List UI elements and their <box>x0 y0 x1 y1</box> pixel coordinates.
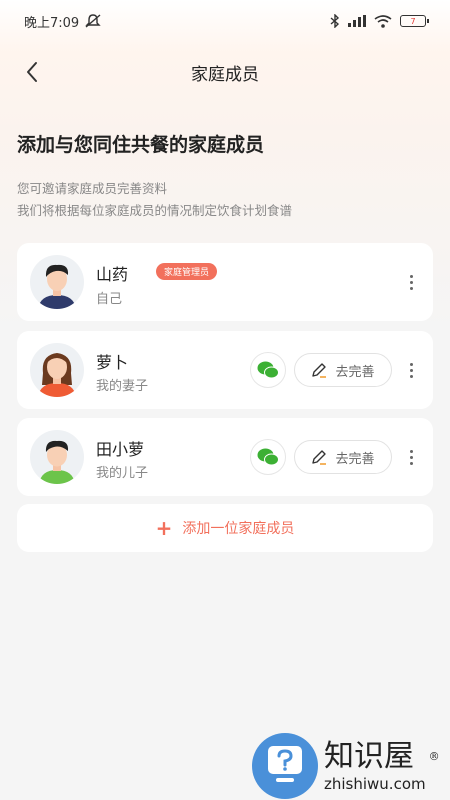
member-relation: 自己 <box>96 292 123 307</box>
more-options-button[interactable] <box>401 267 421 297</box>
wechat-icon <box>257 448 279 466</box>
section-heading: 添加与您同住共餐的家庭成员 <box>17 134 265 156</box>
more-options-button[interactable] <box>401 442 421 472</box>
add-member-button[interactable]: + 添加一位家庭成员 <box>17 504 433 552</box>
more-vertical-icon <box>409 362 413 366</box>
more-options-button[interactable] <box>401 355 421 385</box>
avatar <box>30 430 84 484</box>
back-arrow-icon <box>27 62 37 82</box>
avatar <box>30 343 84 397</box>
watermark-text-en: zhishiwu.com <box>324 775 426 793</box>
complete-profile-button[interactable]: 去完善 <box>294 440 392 474</box>
member-name: 萝卜 <box>96 353 129 372</box>
avatar <box>30 255 84 309</box>
member-name: 田小萝 <box>96 440 145 459</box>
edit-pencil-icon <box>312 450 327 465</box>
wechat-invite-button[interactable] <box>250 439 286 475</box>
navigation-bar: 家庭成员 <box>0 50 450 94</box>
member-relation: 我的儿子 <box>96 466 149 481</box>
signal-icon <box>348 15 366 27</box>
add-member-label: 添加一位家庭成员 <box>182 521 295 537</box>
member-name: 山药 <box>96 265 129 284</box>
status-bar: 晚上7:09 7 <box>0 0 450 42</box>
description: 您可邀请家庭成员完善资料 我们将根据每位家庭成员的情况制定饮食计划食谱 <box>17 178 292 222</box>
complete-profile-button[interactable]: 去完善 <box>294 353 392 387</box>
member-relation: 我的妻子 <box>96 379 149 394</box>
wifi-icon <box>374 14 392 28</box>
description-line: 我们将根据每位家庭成员的情况制定饮食计划食谱 <box>17 203 293 218</box>
complete-profile-label: 去完善 <box>335 364 375 380</box>
member-card-son[interactable]: 田小萝 我的儿子 去完善 <box>17 418 433 496</box>
edit-pencil-icon <box>312 363 327 378</box>
back-button[interactable] <box>18 56 46 88</box>
battery-icon: 7 <box>400 15 429 27</box>
description-line: 您可邀请家庭成员完善资料 <box>17 181 168 196</box>
more-vertical-icon <box>409 274 413 278</box>
complete-profile-label: 去完善 <box>335 451 375 467</box>
page-title: 家庭成员 <box>191 64 259 85</box>
watermark-logo: 知识屋 ® zhishiwu.com <box>248 732 450 800</box>
status-time: 晚上7:09 <box>24 15 80 31</box>
admin-badge: 家庭管理员 <box>156 263 218 280</box>
wechat-icon <box>257 361 279 379</box>
bluetooth-icon <box>330 14 340 28</box>
member-card-wife[interactable]: 萝卜 我的妻子 去完善 <box>17 331 433 409</box>
more-vertical-icon <box>409 449 413 453</box>
notification-muted-icon <box>85 14 101 28</box>
member-card-self[interactable]: 山药 家庭管理员 自己 <box>17 243 433 321</box>
watermark-question-icon <box>252 733 318 799</box>
watermark-text-cn: 知识屋 ® <box>324 739 440 774</box>
plus-icon: + <box>155 516 173 540</box>
wechat-invite-button[interactable] <box>250 352 286 388</box>
